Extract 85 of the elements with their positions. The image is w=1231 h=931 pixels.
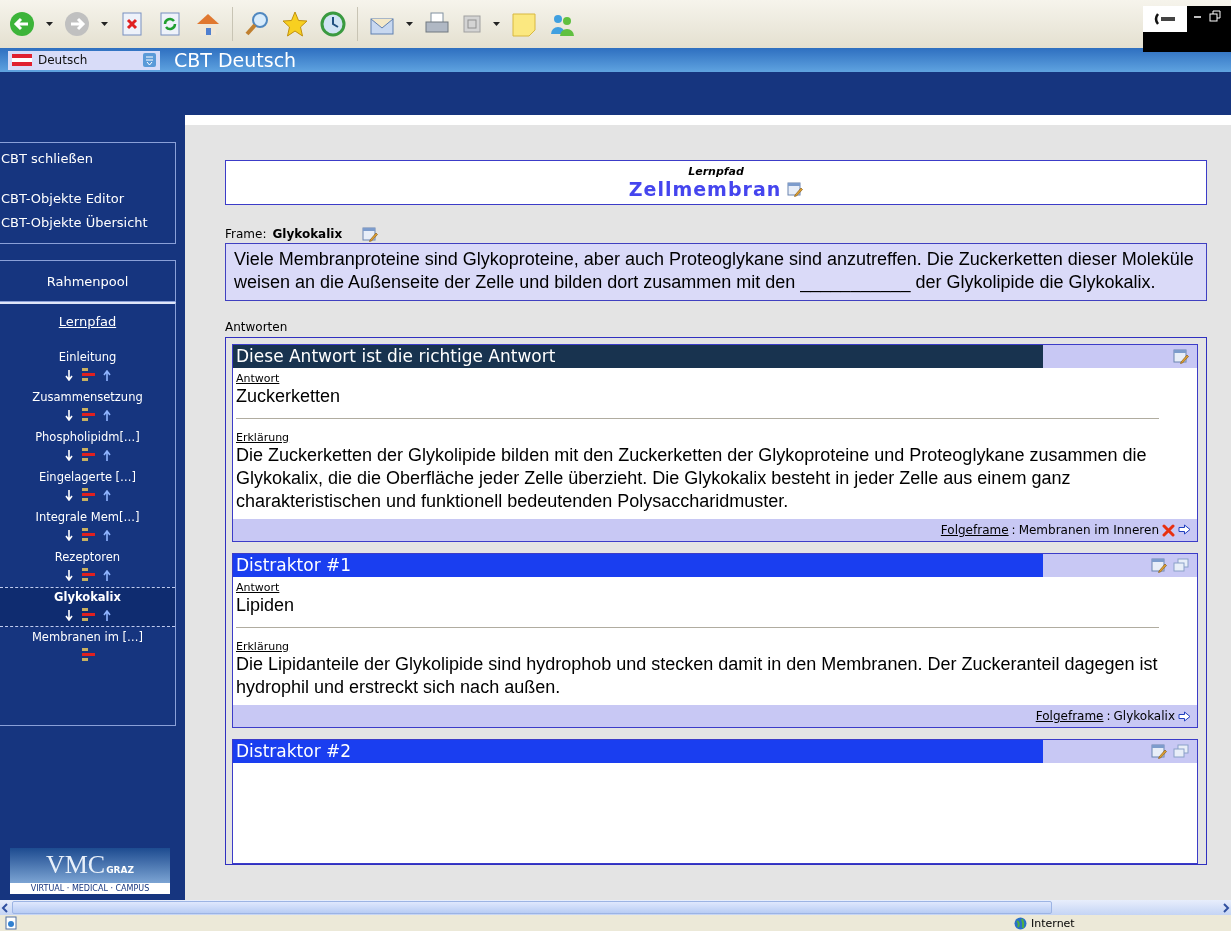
separator: : <box>1106 709 1111 723</box>
next-frame-link[interactable]: Folgeframe <box>1035 709 1104 723</box>
arrow-right-icon[interactable] <box>1178 523 1191 535</box>
language-select[interactable]: Deutsch <box>8 50 160 70</box>
answers-label: Antworten <box>225 320 289 334</box>
path-link[interactable]: Phospholipidm[…] <box>35 429 140 445</box>
arrow-up-icon[interactable] <box>102 449 111 461</box>
edit-icon[interactable] <box>1151 558 1167 573</box>
star-icon[interactable] <box>281 10 309 38</box>
answer-title: Distraktor #2 <box>233 740 1043 763</box>
path-link[interactable]: Zusammensetzung <box>32 389 143 405</box>
arrow-up-icon[interactable] <box>102 409 111 421</box>
answer-title: Distraktor #1 <box>233 554 1043 577</box>
page-icon <box>4 916 18 930</box>
frame-icon[interactable] <box>80 608 95 622</box>
edit-icon[interactable] <box>1173 349 1189 364</box>
answer-label: Antwort <box>236 372 281 385</box>
separator: : <box>1011 523 1016 537</box>
path-link[interactable]: Einleitung <box>58 349 117 365</box>
arrow-down-icon[interactable] <box>64 529 73 541</box>
vmc-logo: VMC GRAZ VIRTUAL · MEDICAL · CAMPUS <box>10 848 170 894</box>
caret-icon[interactable] <box>406 22 413 26</box>
frame-label: Frame: <box>225 227 267 241</box>
next-frame-name: Membranen im Inneren <box>1018 523 1159 537</box>
path-link[interactable]: Rezeptoren <box>54 549 121 565</box>
answer-title: Diese Antwort ist die richtige Antwort <box>233 345 1043 368</box>
arrow-down-icon[interactable] <box>64 369 73 381</box>
app-title: CBT Deutsch <box>174 49 297 71</box>
menu-link[interactable]: CBT schließen <box>0 147 175 171</box>
explanation-label: Erklärung <box>236 431 291 444</box>
arrow-up-icon[interactable] <box>102 369 111 381</box>
arrow-down-icon[interactable] <box>64 569 73 581</box>
horizontal-scrollbar[interactable] <box>0 900 1231 915</box>
menu-link[interactable]: CBT-Objekte Editor <box>0 187 175 211</box>
path-link[interactable]: Eingelagerte […] <box>38 469 137 485</box>
flag-icon <box>12 54 32 66</box>
globe-icon <box>1014 916 1027 930</box>
restore-icon[interactable] <box>1209 10 1221 22</box>
explanation-text: Die Zuckerketten der Glykolipide bilden mit den Zuckerketten der Glykoproteine und Proteoglykane zusammen die Glykokalix, die die Oberfläche jeder Zelle überzieht. Die Glykokalix besteht in jeder Zelle aus einem ganz charakteristischen und funktionell bedeutenden Polysaccharidmuster. <box>236 444 1148 513</box>
back-icon[interactable] <box>8 10 36 38</box>
answer-label: Antwort <box>236 581 281 594</box>
learning-path-link[interactable]: Lernpfad <box>58 314 117 329</box>
next-frame-name: Glykokalix <box>1113 709 1175 723</box>
frame-icon[interactable] <box>80 448 95 462</box>
path-link[interactable]: Membranen im […] <box>31 629 144 645</box>
frame-icon[interactable] <box>80 568 95 582</box>
caret-icon[interactable] <box>101 22 108 26</box>
path-title: Zellmembran <box>628 178 782 200</box>
arrow-up-icon[interactable] <box>102 529 111 541</box>
frame-icon[interactable] <box>80 408 95 422</box>
caret-icon[interactable] <box>46 22 53 26</box>
edit-icon[interactable] <box>1151 744 1167 759</box>
explanation-text: Die Lipidanteile der Glykolipide sind hydrophob und stecken damit in den Membranen. Der Zuckeranteil dagegen ist hydrophil und erstreckt sich nach außen. <box>236 653 1159 699</box>
scroll-left-icon[interactable] <box>0 901 10 914</box>
path-label: Lernpfad <box>688 165 744 178</box>
frame-icon[interactable] <box>80 648 95 662</box>
search-icon[interactable] <box>243 10 271 38</box>
arrow-up-icon[interactable] <box>102 569 111 581</box>
arrow-up-icon[interactable] <box>102 609 111 621</box>
arrow-down-icon[interactable] <box>64 449 73 461</box>
frame-icon[interactable] <box>80 488 95 502</box>
explanation-label: Erklärung <box>236 640 291 653</box>
zone-label: Internet <box>1031 916 1076 930</box>
menu-link[interactable]: CBT-Objekte Übersicht <box>0 211 175 235</box>
frame-name: Glykokalix <box>272 227 343 241</box>
arrow-down-icon[interactable] <box>64 489 73 501</box>
path-link[interactable]: Glykokalix <box>54 589 121 605</box>
question-text: Viele Membranproteine sind Glykoproteine, aber auch Proteoglykane sind anzutreffen. Die Zuckerketten dieser Moleküle weisen an die Außenseite der Zelle und bilden dort zusammen mit den ___________ der Glykolipide die Glykokalix. <box>225 243 1207 301</box>
frame-pool-link[interactable]: Rahmenpool <box>0 260 176 302</box>
path-link[interactable]: Integrale Mem[…] <box>35 509 140 525</box>
edit-icon[interactable] <box>787 181 804 197</box>
answer-text: Lipiden <box>236 594 296 617</box>
browser-logo-icon <box>1153 12 1177 26</box>
arrow-right-icon[interactable] <box>1178 710 1191 722</box>
answer-text: Zuckerketten <box>236 385 342 408</box>
history-icon[interactable] <box>319 10 347 38</box>
arrow-down-icon[interactable] <box>64 609 73 621</box>
arrow-down-icon[interactable] <box>64 409 73 421</box>
next-frame-link[interactable]: Folgeframe <box>940 523 1009 537</box>
edit-icon[interactable] <box>362 226 379 242</box>
scroll-right-icon[interactable] <box>1221 901 1231 914</box>
frame-icon[interactable] <box>80 528 95 542</box>
arrow-up-icon[interactable] <box>102 489 111 501</box>
caret-icon[interactable] <box>493 22 500 26</box>
frame-icon[interactable] <box>80 368 95 382</box>
